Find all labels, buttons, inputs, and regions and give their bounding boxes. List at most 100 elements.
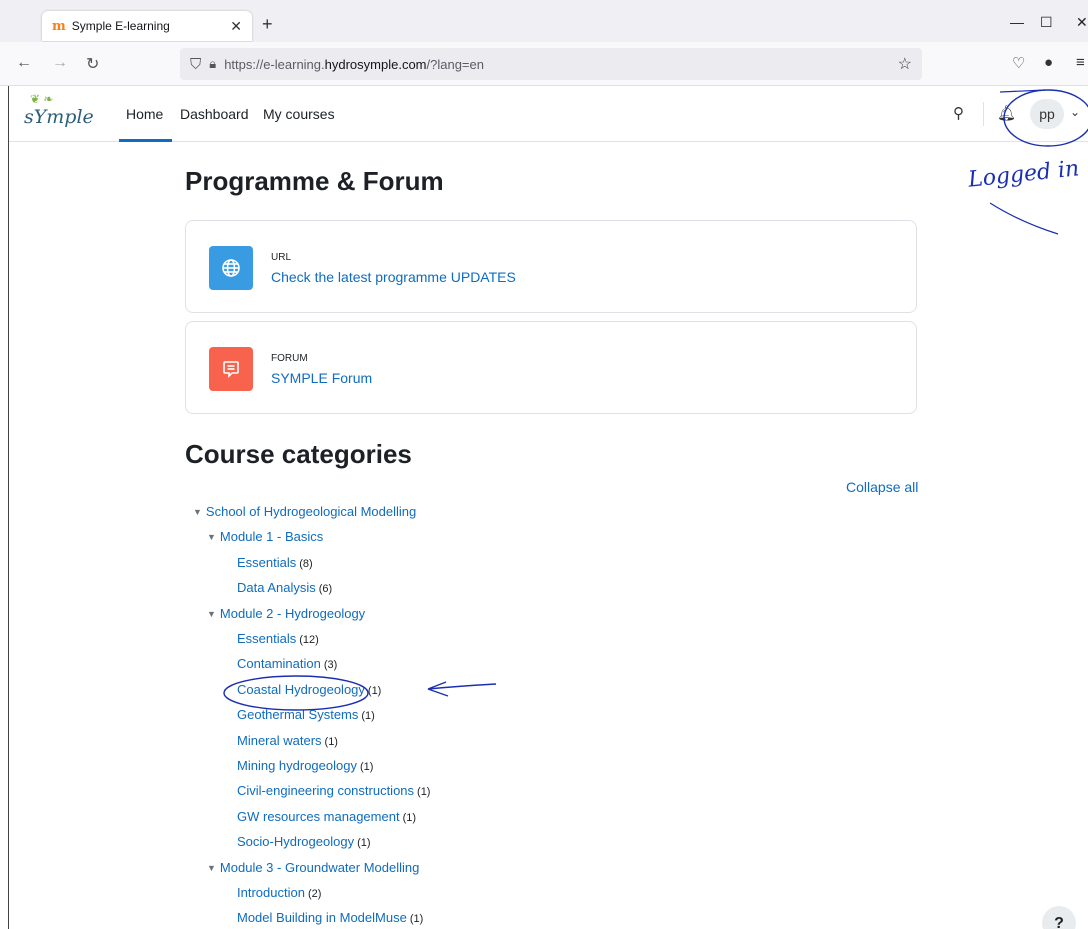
brand-name: sYmple: [24, 106, 94, 128]
tab-title: Symple E-learning: [71, 19, 170, 33]
user-avatar[interactable]: pp: [1030, 99, 1064, 129]
category-link[interactable]: Contamination: [237, 656, 321, 671]
category-link[interactable]: Introduction: [237, 885, 305, 900]
browser-navigation-bar: ← → ↻ ⛉ 🔒︎ https://e-learning. hydrosympl…: [0, 42, 1088, 86]
course-count: (1): [402, 812, 417, 824]
category-link[interactable]: GW resources management: [237, 809, 400, 824]
category-link[interactable]: School of Hydrogeological Modelling: [206, 504, 416, 519]
category-row: ▼ Module 3 - Groundwater Modelling: [207, 860, 419, 875]
nav-home[interactable]: Home: [126, 106, 163, 122]
course-count: (2): [307, 888, 322, 900]
category-link[interactable]: Module 1 - Basics: [220, 529, 323, 544]
category-row: Model Building in ModelMuse (1): [237, 910, 423, 925]
activity-type-label: FORUM: [271, 353, 308, 364]
expand-triangle-icon[interactable]: ▼: [207, 532, 216, 542]
category-row: GW resources management (1): [237, 809, 416, 824]
course-count: (1): [357, 837, 371, 849]
category-link[interactable]: Model Building in ModelMuse: [237, 910, 407, 925]
profile-icon[interactable]: ●: [1044, 54, 1053, 71]
category-row: Coastal Hydrogeology (1): [237, 682, 381, 697]
course-count: (1): [367, 685, 382, 697]
category-link[interactable]: Essentials: [237, 631, 296, 646]
category-row: Geothermal Systems (1): [237, 707, 375, 722]
category-row: ▼ Module 1 - Basics: [207, 529, 323, 544]
new-tab-icon[interactable]: +: [262, 14, 273, 35]
category-row: Contamination (3): [237, 656, 337, 671]
category-link[interactable]: Data Analysis: [237, 580, 316, 595]
activity-link-url[interactable]: Check the latest programme UPDATES: [271, 269, 516, 285]
category-link[interactable]: Essentials: [237, 555, 296, 570]
category-link[interactable]: Module 3 - Groundwater Modelling: [220, 860, 419, 875]
course-count: (1): [359, 761, 374, 773]
help-button[interactable]: ?: [1042, 906, 1076, 929]
category-link[interactable]: Coastal Hydrogeology: [237, 682, 365, 697]
collapse-all-link[interactable]: Collapse all: [846, 479, 918, 495]
header-divider: [983, 102, 984, 126]
expand-triangle-icon[interactable]: ▼: [207, 609, 216, 619]
category-row: Mineral waters (1): [237, 733, 338, 748]
category-link[interactable]: Civil-engineering constructions: [237, 783, 414, 798]
minimize-icon[interactable]: —: [1010, 14, 1024, 30]
maximize-icon[interactable]: ☐: [1040, 14, 1053, 31]
logged-in-annotation: Logged in: [966, 156, 1081, 193]
nav-my-courses[interactable]: My courses: [263, 106, 335, 122]
site-header: ❦ ❧ sYmple Home Dashboard My courses ⚲ 🔔…: [9, 86, 1088, 142]
nav-dashboard[interactable]: Dashboard: [180, 106, 249, 122]
lock-icon[interactable]: 🔒︎: [209, 56, 216, 72]
category-row: Mining hydrogeology (1): [237, 758, 373, 773]
category-row: Civil-engineering constructions (1): [237, 783, 430, 798]
category-link[interactable]: Mining hydrogeology: [237, 758, 357, 773]
notification-bell-icon[interactable]: 🔔︎: [997, 104, 1016, 122]
section-title-programme: Programme & Forum: [185, 166, 444, 196]
expand-triangle-icon[interactable]: ▼: [207, 863, 216, 873]
category-link[interactable]: Module 2 - Hydrogeology: [220, 606, 365, 621]
course-count: (1): [324, 736, 338, 748]
category-link[interactable]: Socio-Hydrogeology: [237, 834, 354, 849]
leaf-icon: ❦ ❧: [30, 92, 54, 106]
category-row: Essentials (12): [237, 631, 319, 646]
menu-icon[interactable]: ≡: [1076, 54, 1085, 71]
url-suffix: /?lang=en: [426, 56, 484, 72]
expand-triangle-icon[interactable]: ▼: [193, 507, 202, 517]
moodle-favicon-icon: m: [52, 18, 66, 34]
category-row: Socio-Hydrogeology (1): [237, 834, 371, 849]
category-row: Introduction (2): [237, 885, 321, 900]
category-link[interactable]: Mineral waters: [237, 733, 322, 748]
logged-in-underline: [989, 202, 1059, 235]
activity-card-url: URL Check the latest programme UPDATES: [185, 220, 917, 313]
course-count: (3): [323, 659, 338, 671]
course-count: (8): [299, 558, 313, 570]
window-close-icon[interactable]: ✕: [1076, 14, 1088, 31]
browser-tab[interactable]: m Symple E-learning ✕: [42, 11, 252, 41]
site-logo[interactable]: ❦ ❧ sYmple: [22, 92, 102, 136]
tracking-shield-icon[interactable]: ⛉: [190, 56, 201, 73]
activity-card-forum: FORUM SYMPLE Forum: [185, 321, 917, 414]
url-host: hydrosymple.com: [324, 56, 427, 72]
category-link[interactable]: Geothermal Systems: [237, 707, 358, 722]
search-icon[interactable]: ⚲: [953, 104, 964, 122]
category-row: ▼ School of Hydrogeological Modelling: [193, 504, 416, 519]
course-count: (6): [318, 583, 333, 595]
arrow-annotation: [427, 681, 497, 697]
category-row: ▼ Module 2 - Hydrogeology: [207, 606, 365, 621]
frame-border: [8, 86, 9, 929]
course-count: (1): [417, 786, 431, 798]
active-nav-indicator: [119, 139, 172, 142]
bookmark-star-icon[interactable]: ☆: [898, 54, 912, 74]
back-arrow-icon[interactable]: ←: [16, 54, 32, 72]
browser-tab-bar: m Symple E-learning ✕ + — ☐ ✕: [0, 0, 1088, 42]
course-count: (12): [299, 634, 319, 646]
forum-icon: [209, 347, 253, 391]
url-prefix: https://e-learning.: [224, 56, 325, 72]
category-row: Data Analysis (6): [237, 580, 332, 595]
course-count: (1): [409, 913, 424, 925]
course-count: (1): [361, 710, 375, 722]
pocket-icon[interactable]: ♡: [1012, 54, 1025, 72]
category-row: Essentials (8): [237, 555, 313, 570]
chevron-down-icon[interactable]: ⌄: [1070, 105, 1080, 119]
forward-arrow-icon[interactable]: →: [52, 54, 68, 72]
reload-icon[interactable]: ↻: [86, 54, 99, 74]
address-bar[interactable]: ⛉ 🔒︎ https://e-learning. hydrosymple.com /…: [180, 48, 922, 80]
activity-link-forum[interactable]: SYMPLE Forum: [271, 370, 372, 386]
tab-close-icon[interactable]: ✕: [230, 18, 242, 35]
